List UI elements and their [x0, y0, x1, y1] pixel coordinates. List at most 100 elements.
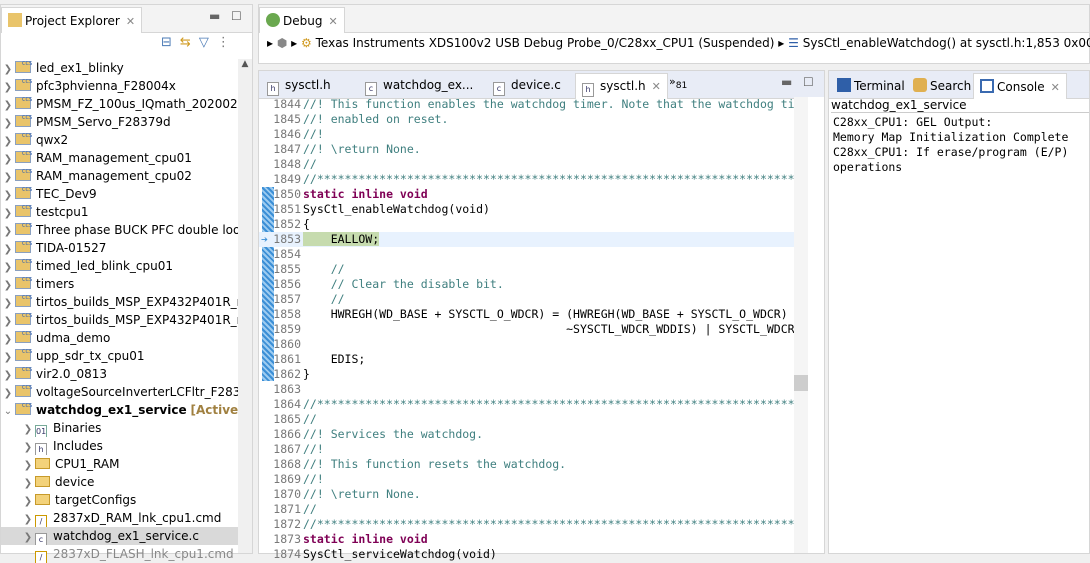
- tree-item-project[interactable]: ❯ tirtos_builds_MSP_EXP432P401R_release: [1, 311, 239, 329]
- ccs-project-icon: [15, 239, 32, 253]
- more-tabs-button[interactable]: »81: [669, 75, 687, 91]
- tree-item-project[interactable]: ❯ RAM_management_cpu02: [1, 167, 239, 185]
- tree-item-project[interactable]: ❯ RAM_management_cpu01: [1, 149, 239, 167]
- tab-project-explorer[interactable]: Project Explorer ✕: [1, 7, 143, 33]
- code-text: {: [303, 217, 310, 231]
- ccs-project-icon: [15, 131, 32, 145]
- chevron-right-icon[interactable]: ▸: [291, 36, 297, 50]
- close-icon[interactable]: ✕: [328, 15, 337, 28]
- chevron-right-icon[interactable]: ❯: [1, 223, 15, 239]
- chevron-right-icon[interactable]: ❯: [1, 241, 15, 257]
- close-icon[interactable]: ✕: [126, 15, 135, 28]
- tree-item-project[interactable]: ❯ pfc3phvienna_F28004x: [1, 77, 239, 95]
- chevron-right-icon[interactable]: ▸: [778, 36, 784, 50]
- filter-icon[interactable]: ▽: [199, 35, 217, 50]
- tab-label: watchdog_ex...: [383, 78, 474, 92]
- console-output[interactable]: C28xx_CPU1: GEL Output: Memory Map Initia…: [833, 115, 1087, 175]
- chevron-right-icon[interactable]: ❯: [1, 259, 15, 275]
- tree-item-project[interactable]: ❯ tirtos_builds_MSP_EXP432P401R_release: [1, 293, 239, 311]
- chevron-right-icon[interactable]: ❯: [1, 295, 15, 311]
- chevron-right-icon[interactable]: ❯: [1, 133, 15, 149]
- tree-item-project[interactable]: ❯ testcpu1: [1, 203, 239, 221]
- scroll-up-icon[interactable]: ▲: [238, 59, 252, 69]
- tree-item-project[interactable]: ❯ TIDA-01527: [1, 239, 239, 257]
- chevron-right-icon[interactable]: ❯: [1, 187, 15, 203]
- chevron-right-icon[interactable]: ❯: [1, 349, 15, 365]
- tab-sysctl-h[interactable]: h sysctl.h: [261, 73, 337, 99]
- chevron-right-icon[interactable]: ❯: [1, 79, 15, 95]
- tree-item-child[interactable]: / 2837xD_FLASH_lnk_cpu1.cmd: [1, 545, 239, 563]
- chevron-right-icon[interactable]: ❯: [21, 421, 35, 437]
- chevron-right-icon[interactable]: ❯: [1, 385, 15, 401]
- tab-sysctl-h-active[interactable]: h sysctl.h ✕: [575, 73, 668, 99]
- tab-search[interactable]: Search: [907, 73, 977, 99]
- maximize-icon[interactable]: ☐: [231, 9, 242, 23]
- tab-console[interactable]: Console ✕: [973, 73, 1067, 99]
- chevron-right-icon[interactable]: ❯: [21, 439, 35, 455]
- tree-item-project[interactable]: ❯ timers: [1, 275, 239, 293]
- console-name: watchdog_ex1_service: [831, 98, 1089, 113]
- editor-vertical-scrollbar[interactable]: [794, 97, 808, 553]
- chevron-right-icon[interactable]: ❯: [21, 511, 35, 527]
- binaries-icon: 01: [35, 425, 47, 437]
- chevron-down-icon[interactable]: ⌄: [1, 403, 15, 419]
- tree-item-child[interactable]: ❯ c watchdog_ex1_service.c: [1, 527, 239, 545]
- stack-frame-item[interactable]: SysCtl_enableWatchdog() at sysctl.h:1,85…: [803, 36, 1090, 50]
- chevron-right-icon[interactable]: ▸: [267, 36, 273, 50]
- chevron-right-icon[interactable]: ❯: [21, 475, 35, 491]
- tree-item-child[interactable]: ❯ targetConfigs: [1, 491, 239, 509]
- chevron-right-icon[interactable]: ❯: [1, 205, 15, 221]
- cpu-icon: ⬢: [276, 36, 288, 50]
- minimize-icon[interactable]: ▬: [781, 75, 792, 89]
- tab-watchdog-c[interactable]: c watchdog_ex...: [359, 73, 479, 99]
- debug-probe-item[interactable]: Texas Instruments XDS100v2 USB Debug Pro…: [316, 36, 775, 50]
- code-text: }: [303, 367, 310, 381]
- chevron-right-icon[interactable]: ❯: [21, 493, 35, 509]
- view-menu-icon[interactable]: ⋮: [217, 35, 238, 50]
- tree-item-child[interactable]: ❯ 01 Binaries: [1, 419, 239, 437]
- tree-item-project[interactable]: ❯ vir2.0_0813: [1, 365, 239, 383]
- bug-icon: [266, 13, 280, 27]
- link-editor-icon[interactable]: ⇆: [180, 35, 199, 50]
- collapse-all-icon[interactable]: ⊟: [161, 35, 180, 50]
- tree-item-project[interactable]: ❯ upp_sdr_tx_cpu01: [1, 347, 239, 365]
- chevron-right-icon[interactable]: ❯: [21, 529, 35, 545]
- scrollbar-thumb[interactable]: [794, 375, 808, 391]
- tree-item-project[interactable]: ❯ udma_demo: [1, 329, 239, 347]
- tree-item-project[interactable]: ❯ PMSM_FZ_100us_IQmath_20200228: [1, 95, 239, 113]
- minimize-icon[interactable]: ▬: [209, 9, 220, 23]
- tree-item-project[interactable]: ❯ timed_led_blink_cpu01: [1, 257, 239, 275]
- tree-item-project[interactable]: ❯ voltageSourceInverterLCFltr_F2837x: [1, 383, 239, 401]
- chevron-right-icon[interactable]: ❯: [1, 61, 15, 77]
- tree-item-project[interactable]: ❯ Three phase BUCK PFC double loop: [1, 221, 239, 239]
- chevron-right-icon[interactable]: ❯: [1, 169, 15, 185]
- close-icon[interactable]: ✕: [1051, 81, 1060, 94]
- code-editor[interactable]: 1844//! This function enables the watchd…: [259, 97, 794, 562]
- tree-item-active-project[interactable]: ⌄ watchdog_ex1_service [Active - CPU1_RAM…: [1, 401, 239, 419]
- chevron-right-icon[interactable]: ❯: [1, 367, 15, 383]
- chevron-right-icon[interactable]: ❯: [1, 115, 15, 131]
- tree-item-project[interactable]: ❯ PMSM_Servo_F28379d: [1, 113, 239, 131]
- chevron-right-icon[interactable]: ❯: [1, 313, 15, 329]
- tab-device-c[interactable]: c device.c: [487, 73, 567, 99]
- tree-item-child[interactable]: ❯ h Includes: [1, 437, 239, 455]
- chevron-right-icon[interactable]: ❯: [1, 97, 15, 113]
- tree-item-child[interactable]: ❯ device: [1, 473, 239, 491]
- maximize-icon[interactable]: ☐: [803, 75, 814, 89]
- chevron-right-icon[interactable]: ❯: [21, 457, 35, 473]
- vertical-scrollbar[interactable]: ▲: [238, 59, 252, 553]
- ccs-project-icon: [15, 257, 32, 271]
- chevron-right-icon[interactable]: ❯: [1, 277, 15, 293]
- tree-item-project[interactable]: ❯ TEC_Dev9: [1, 185, 239, 203]
- tree-item-child[interactable]: ❯/ 2837xD_RAM_lnk_cpu1.cmd: [1, 509, 239, 527]
- tab-terminal[interactable]: Terminal: [831, 73, 911, 99]
- code-line: 1852{: [259, 217, 794, 232]
- tab-debug[interactable]: Debug ✕: [259, 7, 345, 33]
- chevron-right-icon[interactable]: ❯: [1, 331, 15, 347]
- code-text: //: [303, 262, 345, 276]
- tree-item-child[interactable]: ❯ CPU1_RAM: [1, 455, 239, 473]
- chevron-right-icon[interactable]: ❯: [1, 151, 15, 167]
- close-icon[interactable]: ✕: [652, 80, 661, 93]
- tree-item-project[interactable]: ❯ qwx2: [1, 131, 239, 149]
- tree-item-project[interactable]: ❯ led_ex1_blinky: [1, 59, 239, 77]
